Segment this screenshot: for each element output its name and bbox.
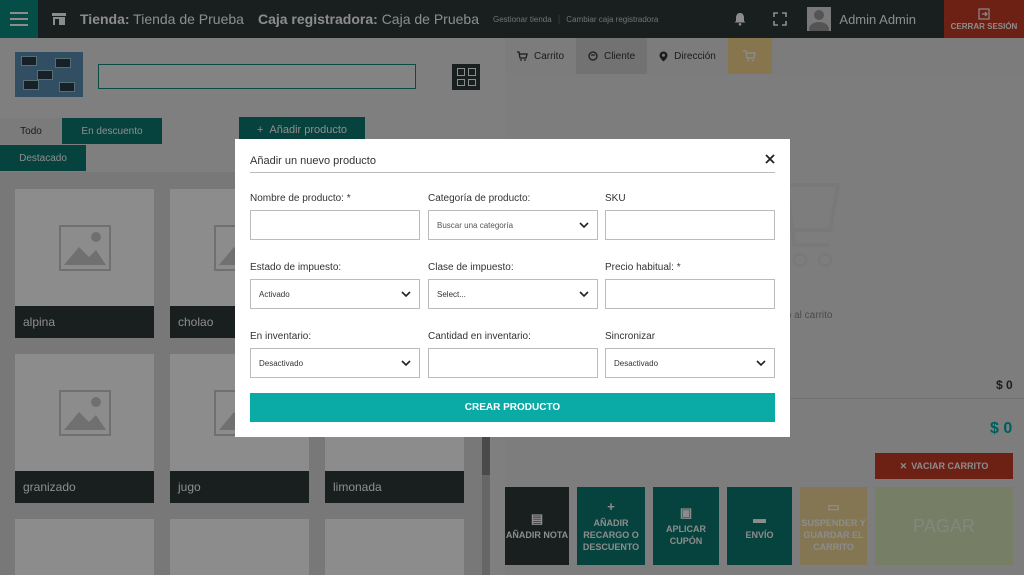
stock-quantity-field[interactable] xyxy=(428,348,598,378)
modal-title: Añadir un nuevo producto xyxy=(250,155,376,167)
chevron-down-icon xyxy=(401,360,411,367)
product-name-field[interactable] xyxy=(250,210,420,240)
tax-class-label: Clase de impuesto: xyxy=(428,262,514,273)
inventory-select[interactable]: Desactivado xyxy=(250,348,420,378)
tax-class-select[interactable]: Select... xyxy=(428,279,598,309)
product-name-label: Nombre de producto: * xyxy=(250,193,351,204)
sync-value: Desactivado xyxy=(614,358,659,368)
chevron-down-icon xyxy=(579,291,589,298)
inventory-value: Desactivado xyxy=(259,358,304,368)
create-product-button[interactable]: CREAR PRODUCTO xyxy=(250,393,775,422)
inventory-label: En inventario: xyxy=(250,331,312,342)
regular-price-label: Precio habitual: * xyxy=(605,262,681,273)
sku-label: SKU xyxy=(605,193,626,204)
tax-class-value: Select... xyxy=(437,289,466,299)
sync-select[interactable]: Desactivado xyxy=(605,348,775,378)
tax-status-label: Estado de impuesto: xyxy=(250,262,342,273)
tax-status-value: Activado xyxy=(259,289,290,299)
stock-quantity-label: Cantidad en inventario: xyxy=(428,331,531,342)
sync-label: Sincronizar xyxy=(605,331,656,342)
product-category-select[interactable]: Buscar una categoría xyxy=(428,210,598,240)
chevron-down-icon xyxy=(756,360,766,367)
category-placeholder: Buscar una categoría xyxy=(437,220,514,230)
sku-field[interactable] xyxy=(605,210,775,240)
chevron-down-icon xyxy=(401,291,411,298)
close-icon[interactable] xyxy=(764,153,776,165)
product-category-label: Categoría de producto: xyxy=(428,193,531,204)
add-product-modal: Añadir un nuevo producto Nombre de produ… xyxy=(235,139,790,437)
modal-divider xyxy=(250,172,775,173)
tax-status-select[interactable]: Activado xyxy=(250,279,420,309)
regular-price-field[interactable] xyxy=(605,279,775,309)
chevron-down-icon xyxy=(579,222,589,229)
